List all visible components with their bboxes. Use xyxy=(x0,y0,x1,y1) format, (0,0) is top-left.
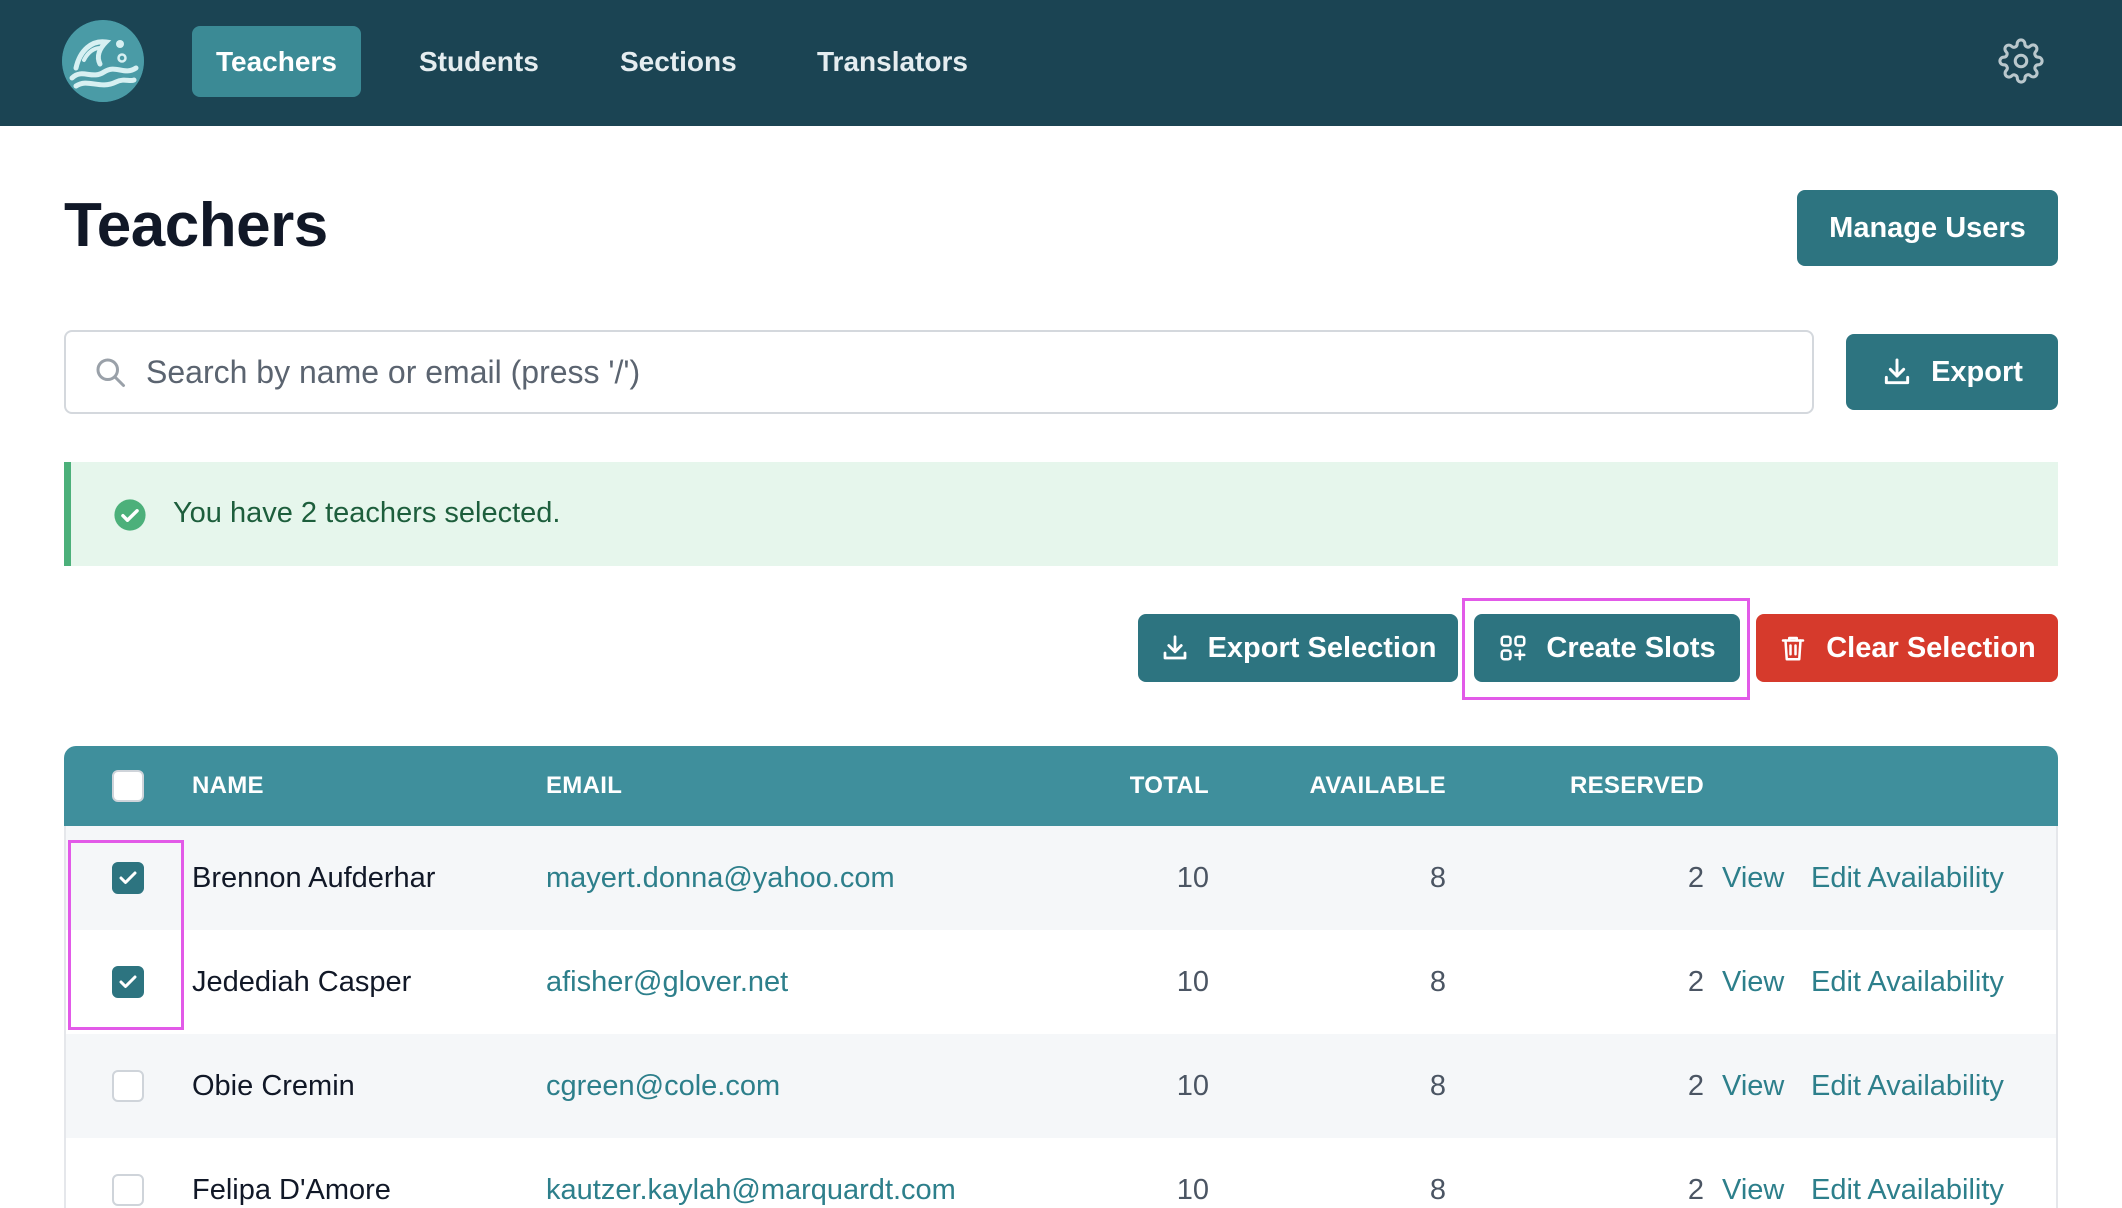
row-checkbox[interactable] xyxy=(112,862,144,894)
grid-plus-icon xyxy=(1498,633,1528,663)
export-label: Export xyxy=(1931,355,2023,388)
teacher-email[interactable]: mayert.donna@yahoo.com xyxy=(546,826,895,930)
search-box xyxy=(64,330,1814,414)
row-checkbox[interactable] xyxy=(112,1070,144,1102)
total-count: 10 xyxy=(1176,966,1209,998)
available-count: 8 xyxy=(1429,966,1446,998)
download-icon xyxy=(1881,356,1913,388)
edit-availability-link[interactable]: Edit Availability xyxy=(1811,1138,2004,1208)
teacher-email[interactable]: afisher@glover.net xyxy=(546,930,788,1034)
table-row: Obie Cremin cgreen@cole.com 10 8 2 View … xyxy=(64,1034,2058,1138)
nav-tab-sections[interactable]: Sections xyxy=(596,26,761,97)
alert-text: You have 2 teachers selected. xyxy=(173,497,561,529)
teacher-name: Felipa D'Amore xyxy=(192,1174,391,1206)
reserved-count: 2 xyxy=(1687,862,1704,894)
search-input[interactable] xyxy=(146,332,1786,412)
column-header-reserved[interactable]: RESERVED xyxy=(1464,746,1704,826)
view-link[interactable]: View xyxy=(1722,1138,1784,1208)
row-checkbox[interactable] xyxy=(112,966,144,998)
table-border-right xyxy=(2056,826,2058,1208)
clear-selection-label: Clear Selection xyxy=(1826,631,2036,664)
column-header-email[interactable]: EMAIL xyxy=(546,746,622,826)
download-icon xyxy=(1160,633,1190,663)
teacher-name: Jedediah Casper xyxy=(192,966,412,998)
logo-wave-icon[interactable] xyxy=(62,20,144,102)
page-title: Teachers xyxy=(64,191,328,260)
view-link[interactable]: View xyxy=(1722,1034,1784,1138)
view-link[interactable]: View xyxy=(1722,930,1784,1034)
manage-users-button[interactable]: Manage Users xyxy=(1797,190,2058,266)
table-row: Brennon Aufderhar mayert.donna@yahoo.com… xyxy=(64,826,2058,930)
reserved-count: 2 xyxy=(1687,1174,1704,1206)
gear-icon[interactable] xyxy=(1998,38,2044,84)
teacher-email[interactable]: kautzer.kaylah@marquardt.com xyxy=(546,1138,956,1208)
trash-icon xyxy=(1778,633,1808,663)
export-selection-label: Export Selection xyxy=(1207,631,1437,664)
select-all-checkbox[interactable] xyxy=(112,770,144,802)
table-row: Jedediah Casper afisher@glover.net 10 8 … xyxy=(64,930,2058,1034)
table-row: Felipa D'Amore kautzer.kaylah@marquardt.… xyxy=(64,1138,2058,1208)
available-count: 8 xyxy=(1429,1070,1446,1102)
teacher-name: Obie Cremin xyxy=(192,1070,355,1102)
row-checkbox[interactable] xyxy=(112,1174,144,1206)
view-link[interactable]: View xyxy=(1722,826,1784,930)
manage-users-label: Manage Users xyxy=(1829,211,2026,244)
export-selection-button[interactable]: Export Selection xyxy=(1138,614,1458,682)
top-navbar: Teachers Students Sections Translators xyxy=(0,0,2122,126)
edit-availability-link[interactable]: Edit Availability xyxy=(1811,930,2004,1034)
create-slots-button[interactable]: Create Slots xyxy=(1474,614,1740,682)
teacher-email[interactable]: cgreen@cole.com xyxy=(546,1034,780,1138)
teacher-name: Brennon Aufderhar xyxy=(192,862,436,894)
edit-availability-link[interactable]: Edit Availability xyxy=(1811,1034,2004,1138)
reserved-count: 2 xyxy=(1687,1070,1704,1102)
export-button[interactable]: Export xyxy=(1846,334,2058,410)
edit-availability-link[interactable]: Edit Availability xyxy=(1811,826,2004,930)
column-header-name[interactable]: NAME xyxy=(192,746,264,826)
selection-alert: You have 2 teachers selected. xyxy=(64,462,2058,566)
table-header: NAME EMAIL TOTAL AVAILABLE RESERVED xyxy=(64,746,2058,826)
total-count: 10 xyxy=(1176,1070,1209,1102)
total-count: 10 xyxy=(1176,862,1209,894)
total-count: 10 xyxy=(1176,1174,1209,1206)
reserved-count: 2 xyxy=(1687,966,1704,998)
available-count: 8 xyxy=(1429,862,1446,894)
nav-tab-teachers[interactable]: Teachers xyxy=(192,26,361,97)
nav-tab-students[interactable]: Students xyxy=(395,26,563,97)
column-header-available[interactable]: AVAILABLE xyxy=(1246,746,1446,826)
table-border-left xyxy=(64,826,66,1208)
column-header-total[interactable]: TOTAL xyxy=(1069,746,1209,826)
available-count: 8 xyxy=(1429,1174,1446,1206)
check-circle-icon xyxy=(113,498,147,537)
clear-selection-button[interactable]: Clear Selection xyxy=(1756,614,2058,682)
search-icon xyxy=(92,354,128,395)
nav-tab-translators[interactable]: Translators xyxy=(793,26,992,97)
create-slots-label: Create Slots xyxy=(1546,631,1716,664)
